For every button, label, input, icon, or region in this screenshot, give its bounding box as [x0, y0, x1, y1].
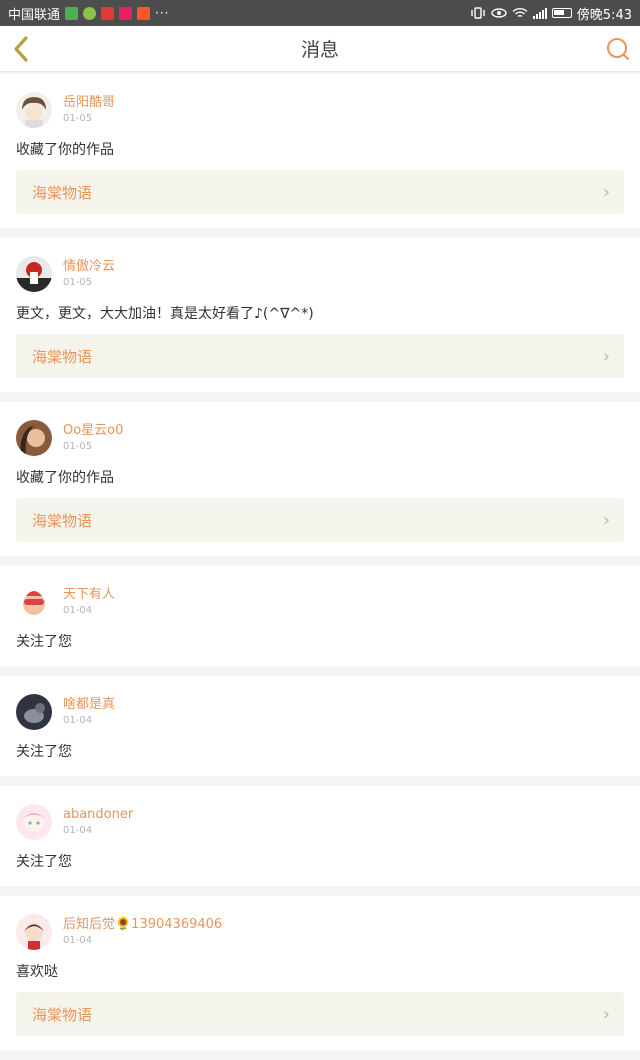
message-card: Oo星云o0 01-05 收藏了你的作品 海棠物语 ›	[0, 402, 640, 556]
message-date: 01-05	[63, 277, 93, 288]
work-link[interactable]: 海棠物语 ›	[16, 170, 624, 214]
page-title: 消息	[300, 39, 339, 61]
avatar[interactable]	[16, 804, 52, 840]
message-user-row: 天下有人 01-04	[16, 584, 624, 620]
message-user-row: 后知后觉🌻13904369406 01-04	[16, 914, 624, 950]
work-link[interactable]: 海棠物语 ›	[16, 498, 624, 542]
app-notification-icon	[119, 6, 133, 20]
avatar[interactable]	[16, 914, 52, 950]
work-link[interactable]: 海棠物语 ›	[16, 334, 624, 378]
wechat-icon	[83, 6, 97, 20]
work-title: 海棠物语	[32, 347, 93, 366]
user-info: 后知后觉🌻13904369406 01-04	[63, 916, 222, 948]
message-text: 收藏了你的作品	[16, 142, 114, 158]
message-date: 01-04	[63, 825, 93, 836]
avatar[interactable]	[16, 420, 52, 456]
message-date: 01-04	[63, 605, 93, 616]
user-name[interactable]: 啥都是真	[63, 696, 115, 714]
user-info: 天下有人 01-04	[63, 586, 115, 618]
user-info: 啥都是真 01-04	[63, 696, 115, 728]
message-user-row: 岳阳酷哥 01-05	[16, 92, 624, 128]
user-name[interactable]: 情傲冷云	[63, 258, 115, 276]
message-card: 啥都是真 01-04 关注了您	[0, 676, 640, 776]
work-link[interactable]: 海棠物语 ›	[16, 992, 624, 1036]
work-title: 海棠物语	[32, 511, 93, 530]
search-icon	[607, 38, 629, 60]
message-date: 01-04	[63, 935, 93, 946]
message-text: 更文，更文，大大加油！真是太好看了♪(^∇^*)	[16, 306, 314, 322]
video-app-icon	[137, 6, 151, 20]
user-name[interactable]: 岳阳酷哥	[63, 94, 115, 112]
chevron-right-icon: ›	[602, 1003, 610, 1025]
chevron-right-icon: ›	[602, 345, 610, 367]
chevron-right-icon: ›	[602, 181, 610, 203]
battery-icon	[551, 8, 572, 18]
search-button[interactable]	[604, 35, 632, 63]
work-title: 海棠物语	[32, 1005, 93, 1024]
user-name[interactable]: Oo星云o0	[63, 422, 123, 440]
chevron-right-icon: ›	[602, 509, 610, 531]
signal-icon	[532, 7, 547, 19]
message-user-row: 情傲冷云 01-05	[16, 256, 624, 292]
message-card: 后知后觉🌻13904369406 01-04 喜欢哒 海棠物语 ›	[0, 896, 640, 1050]
more-notifications-icon: ···	[155, 6, 170, 20]
user-name[interactable]: 天下有人	[63, 586, 115, 604]
chevron-left-icon	[14, 36, 28, 62]
user-info: Oo星云o0 01-05	[63, 422, 123, 454]
message-text: 关注了您	[16, 634, 72, 650]
avatar[interactable]	[16, 256, 52, 292]
message-card: 情傲冷云 01-05 更文，更文，大大加油！真是太好看了♪(^∇^*) 海棠物语…	[0, 238, 640, 392]
message-text: 喜欢哒	[16, 964, 58, 980]
user-name[interactable]: 后知后觉🌻13904369406	[63, 916, 222, 934]
message-date: 01-05	[63, 113, 93, 124]
user-info: abandoner 01-04	[63, 806, 133, 838]
user-info: 情傲冷云 01-05	[63, 258, 115, 290]
message-user-row: 啥都是真 01-04	[16, 694, 624, 730]
user-name[interactable]: abandoner	[63, 806, 133, 824]
top-nav-bar: 消息	[0, 26, 640, 72]
message-text: 关注了您	[16, 744, 72, 760]
back-button[interactable]	[8, 34, 36, 64]
message-card: 天下有人 01-04 关注了您	[0, 566, 640, 666]
message-list: 岳阳酷哥 01-05 收藏了你的作品 海棠物语 › 情傲冷云 01-05 更文，…	[0, 74, 640, 1060]
message-date: 01-04	[63, 715, 93, 726]
eye-icon	[491, 8, 507, 18]
message-text: 收藏了你的作品	[16, 470, 114, 486]
wifi-icon	[512, 7, 528, 18]
vibrate-icon	[471, 7, 485, 19]
message-date: 01-05	[63, 441, 93, 452]
avatar[interactable]	[16, 92, 52, 128]
status-bar: 中国联通 ··· 傍晚5:43	[0, 0, 640, 26]
avatar[interactable]	[16, 694, 52, 730]
message-user-row: abandoner 01-04	[16, 804, 624, 840]
work-title: 海棠物语	[32, 183, 93, 202]
message-card: abandoner 01-04 关注了您	[0, 786, 640, 886]
message-card: 岳阳酷哥 01-05 收藏了你的作品 海棠物语 ›	[0, 74, 640, 228]
avatar[interactable]	[16, 584, 52, 620]
app-notification-icon	[101, 6, 115, 20]
carrier-label: 中国联通	[8, 7, 61, 23]
message-text: 关注了您	[16, 854, 72, 870]
clock: 傍晚5:43	[576, 7, 632, 23]
message-user-row: Oo星云o0 01-05	[16, 420, 624, 456]
user-info: 岳阳酷哥 01-05	[63, 94, 115, 126]
app-notification-icon	[65, 6, 79, 20]
